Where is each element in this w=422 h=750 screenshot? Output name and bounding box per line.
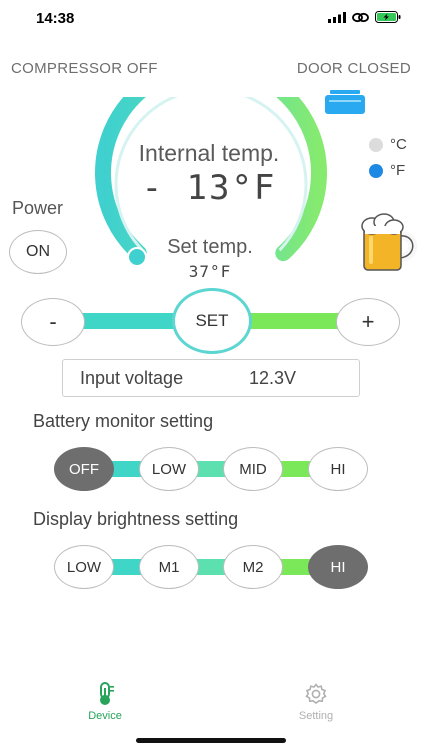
power-label: Power <box>12 198 64 218</box>
brightness-option-low[interactable]: LOW <box>54 545 114 589</box>
adjust-track-right <box>245 313 341 329</box>
brightness-title: Display brightness setting <box>33 509 239 529</box>
fridge-door-icon <box>325 90 365 114</box>
brightness-option-m2[interactable]: M2 <box>223 545 283 589</box>
increase-temp-button[interactable]: + <box>336 298 400 346</box>
tab-setting[interactable]: Setting <box>276 682 356 722</box>
tab-device[interactable]: Device <box>65 682 145 722</box>
internal-temp-label: Internal temp. <box>138 140 280 166</box>
battery-charging-icon <box>375 11 401 23</box>
decrease-temp-button[interactable]: - <box>21 298 85 346</box>
beer-mug-icon <box>361 213 418 271</box>
brightness-option-hi[interactable]: HI <box>308 545 368 589</box>
battery-option-mid[interactable]: MID <box>223 447 283 491</box>
status-time: 14:38 <box>36 10 75 27</box>
status-icons <box>328 11 402 23</box>
gear-icon <box>305 683 327 704</box>
radio-selected-icon <box>369 163 383 178</box>
input-voltage-value: 12.3V <box>249 367 297 388</box>
unit-option-fahrenheit[interactable]: °F <box>369 162 405 179</box>
thermometer-icon <box>100 682 114 705</box>
unit-option-label: °F <box>390 162 406 179</box>
adjust-track-left <box>80 313 180 329</box>
battery-monitor-title: Battery monitor setting <box>33 411 214 431</box>
link-icon <box>352 12 369 22</box>
battery-option-off[interactable]: OFF <box>54 447 114 491</box>
set-temp-value: 37°F <box>188 262 232 281</box>
home-indicator[interactable] <box>136 738 286 743</box>
tab-device-label: Device <box>88 710 122 722</box>
radio-unselected-icon <box>369 137 383 152</box>
compressor-status: COMPRESSOR OFF <box>11 60 158 77</box>
door-status: DOOR CLOSED <box>296 60 411 77</box>
input-voltage-label: Input voltage <box>80 367 184 388</box>
battery-option-low[interactable]: LOW <box>139 447 199 491</box>
brightness-option-m1[interactable]: M1 <box>139 545 199 589</box>
power-on-button[interactable]: ON <box>9 230 67 274</box>
battery-option-hi[interactable]: HI <box>308 447 368 491</box>
signal-icon <box>328 11 346 23</box>
internal-temp-value: - 13°F <box>141 168 277 208</box>
set-temp-label: Set temp. <box>167 236 253 258</box>
input-voltage-box: Input voltage 12.3V <box>62 359 360 397</box>
unit-option-label: °C <box>390 136 407 153</box>
tab-setting-label: Setting <box>298 710 334 722</box>
unit-option-celsius[interactable]: °C <box>369 136 407 153</box>
set-temp-button[interactable]: SET <box>172 288 252 354</box>
